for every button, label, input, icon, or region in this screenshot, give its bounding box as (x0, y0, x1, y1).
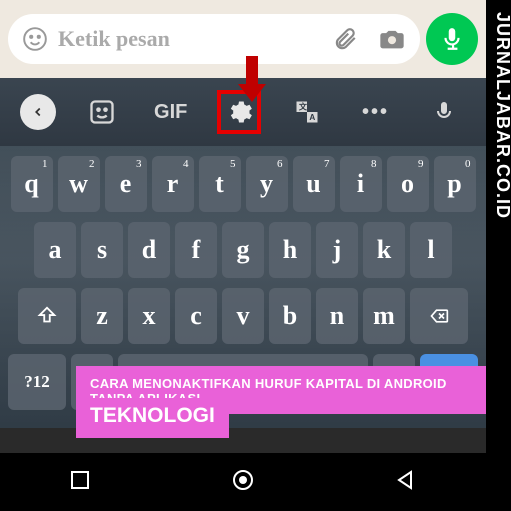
key-o[interactable]: o9 (387, 156, 429, 212)
backspace-key[interactable] (410, 288, 468, 344)
watermark: JURNALJABAR.CO.ID (492, 12, 511, 219)
shift-key[interactable] (18, 288, 76, 344)
article-category: TEKNOLOGI (76, 398, 229, 438)
key-q[interactable]: q1 (11, 156, 53, 212)
key-r[interactable]: r4 (152, 156, 194, 212)
key-f[interactable]: f (175, 222, 217, 278)
voice-input-icon[interactable] (422, 90, 466, 134)
key-t[interactable]: t5 (199, 156, 241, 212)
phone-screen: Ketik pesan GIF 文A ••• (0, 0, 486, 511)
voice-message-button[interactable] (426, 13, 478, 65)
key-m[interactable]: m (363, 288, 405, 344)
key-y[interactable]: y6 (246, 156, 288, 212)
key-u[interactable]: u7 (293, 156, 335, 212)
key-d[interactable]: d (128, 222, 170, 278)
more-icon[interactable]: ••• (354, 90, 398, 134)
key-c[interactable]: c (175, 288, 217, 344)
android-navbar (0, 453, 486, 511)
key-a[interactable]: a (34, 222, 76, 278)
keyboard-row-1: q1w2e3r4t5y6u7i8o9p0 (4, 156, 482, 212)
key-b[interactable]: b (269, 288, 311, 344)
key-n[interactable]: n (316, 288, 358, 344)
svg-text:A: A (310, 113, 316, 122)
key-j[interactable]: j (316, 222, 358, 278)
home-button[interactable] (230, 467, 256, 498)
key-e[interactable]: e3 (105, 156, 147, 212)
key-p[interactable]: p0 (434, 156, 476, 212)
emoji-icon[interactable] (22, 26, 48, 52)
keyboard-back-button[interactable] (20, 94, 56, 130)
key-s[interactable]: s (81, 222, 123, 278)
message-input[interactable]: Ketik pesan (8, 14, 420, 64)
gif-button[interactable]: GIF (149, 90, 193, 134)
key-l[interactable]: l (410, 222, 452, 278)
key-w[interactable]: w2 (58, 156, 100, 212)
keyboard-row-3: zxcvbnm (4, 288, 482, 344)
symbols-key[interactable]: ?12 (8, 354, 66, 410)
message-placeholder: Ketik pesan (58, 26, 170, 52)
key-z[interactable]: z (81, 288, 123, 344)
key-k[interactable]: k (363, 222, 405, 278)
key-x[interactable]: x (128, 288, 170, 344)
key-h[interactable]: h (269, 222, 311, 278)
key-g[interactable]: g (222, 222, 264, 278)
key-i[interactable]: i8 (340, 156, 382, 212)
keyboard-toolbar: GIF 文A ••• (0, 78, 486, 146)
pointer-arrow-icon (232, 54, 272, 104)
key-v[interactable]: v (222, 288, 264, 344)
back-button[interactable] (395, 469, 417, 496)
attach-icon[interactable] (332, 26, 358, 52)
keyboard-row-2: asdfghjkl (4, 222, 482, 278)
translate-icon[interactable]: 文A (285, 90, 329, 134)
overview-button[interactable] (69, 469, 91, 496)
camera-icon[interactable] (378, 25, 406, 53)
svg-text:文: 文 (299, 102, 308, 112)
sticker-icon[interactable] (80, 90, 124, 134)
